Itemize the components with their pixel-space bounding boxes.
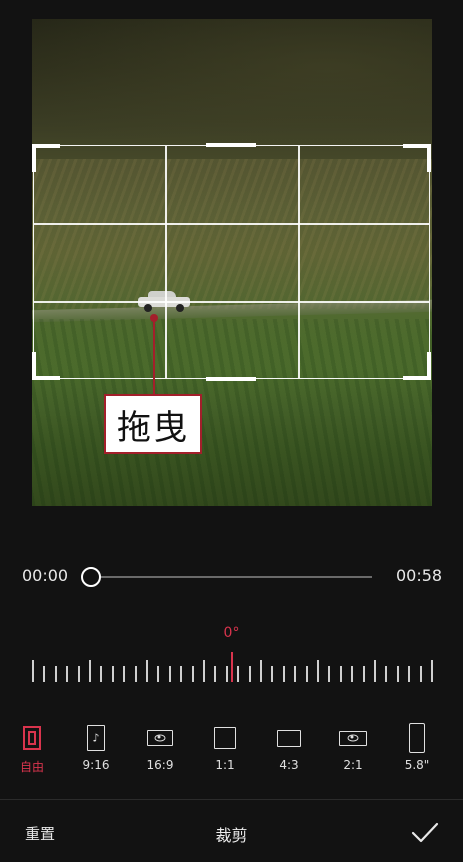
ratio-9-16[interactable]: ♪ 9:16	[66, 720, 126, 772]
ratio-16-9[interactable]: 16:9	[130, 720, 190, 772]
ruler-tick	[123, 666, 125, 682]
ruler-tick	[214, 666, 216, 682]
youtube-frame-icon	[147, 730, 173, 746]
crop-handle-bottom[interactable]	[206, 377, 256, 381]
checkmark-icon	[411, 822, 439, 843]
aspect-ratio-bar: 自由 ♪ 9:16 16:9 1:1 4:3 2:1 5.8"	[0, 720, 463, 780]
ruler-tick	[374, 660, 376, 682]
ruler-tick	[180, 666, 182, 682]
confirm-button[interactable]	[410, 818, 440, 846]
ruler-tick	[431, 660, 433, 682]
ruler-tick	[43, 666, 45, 682]
crop-handle-bottom-right[interactable]	[403, 352, 431, 380]
ratio-label: 1:1	[215, 758, 235, 772]
ruler-tick	[32, 660, 34, 682]
tiktok-frame-icon: ♪	[87, 725, 105, 751]
phone-frame-icon	[409, 723, 425, 753]
ruler-tick	[283, 666, 285, 682]
annotation-line	[153, 318, 155, 395]
ruler-tick	[294, 666, 296, 682]
current-time: 00:00	[22, 566, 69, 585]
ruler-tick	[146, 660, 148, 682]
ruler-tick	[226, 666, 228, 682]
crop-handle-top-left[interactable]	[32, 144, 60, 172]
ruler-tick	[192, 666, 194, 682]
ruler-tick	[157, 666, 159, 682]
crop-handle-bottom-left[interactable]	[32, 352, 60, 380]
ruler-tick	[55, 666, 57, 682]
crop-frame[interactable]	[32, 143, 431, 381]
ratio-label: 2:1	[343, 758, 363, 772]
ruler-tick	[351, 666, 353, 682]
divider	[0, 799, 463, 800]
grid-line	[34, 301, 429, 303]
ruler-tick	[397, 666, 399, 682]
ratio-label: 16:9	[146, 758, 174, 772]
ratio-4-3[interactable]: 4:3	[259, 720, 319, 772]
timeline-scrubber[interactable]	[81, 567, 101, 587]
ratio-label: 9:16	[82, 758, 110, 772]
rotation-ruler[interactable]	[32, 652, 433, 682]
square-frame-icon	[214, 727, 236, 749]
grid-line	[34, 223, 429, 225]
total-duration: 00:58	[396, 566, 443, 585]
ratio-2-1[interactable]: 2:1	[323, 720, 383, 772]
rotation-angle: 0°	[223, 625, 240, 641]
ratio-label: 自由	[19, 760, 44, 774]
ruler-tick	[237, 666, 239, 682]
annotation-callout: 拖曳	[104, 394, 202, 454]
ruler-tick	[340, 666, 342, 682]
ratio-1-1[interactable]: 1:1	[195, 720, 255, 772]
ruler-tick	[271, 666, 273, 682]
ratio-5-8[interactable]: 5.8"	[387, 720, 447, 772]
ruler-tick	[328, 666, 330, 682]
crop-handle-top-right[interactable]	[403, 144, 431, 172]
ratio-free[interactable]: 自由	[2, 720, 62, 775]
ruler-tick	[89, 660, 91, 682]
landscape-frame-icon	[277, 729, 301, 747]
free-crop-icon	[23, 726, 41, 750]
rotation-indicator	[231, 652, 233, 682]
grid-line	[298, 146, 300, 378]
ruler-tick	[135, 666, 137, 682]
timeline-track[interactable]	[92, 576, 372, 578]
ruler-tick	[408, 666, 410, 682]
ruler-tick	[260, 660, 262, 682]
ruler-tick	[203, 660, 205, 682]
ruler-tick	[420, 666, 422, 682]
page-title: 裁剪	[215, 826, 248, 845]
ruler-tick	[66, 666, 68, 682]
crop-handle-top[interactable]	[206, 143, 256, 147]
ruler-tick	[363, 666, 365, 682]
ruler-tick	[249, 666, 251, 682]
ruler-tick	[100, 666, 102, 682]
ratio-label: 5.8"	[404, 758, 430, 772]
ruler-tick	[385, 666, 387, 682]
youtube-frame-icon	[339, 730, 367, 746]
ruler-tick	[317, 660, 319, 682]
ruler-tick	[169, 666, 171, 682]
ruler-tick	[112, 666, 114, 682]
ruler-tick	[78, 666, 80, 682]
ratio-label: 4:3	[279, 758, 299, 772]
ruler-tick	[306, 666, 308, 682]
grid-line	[165, 146, 167, 378]
